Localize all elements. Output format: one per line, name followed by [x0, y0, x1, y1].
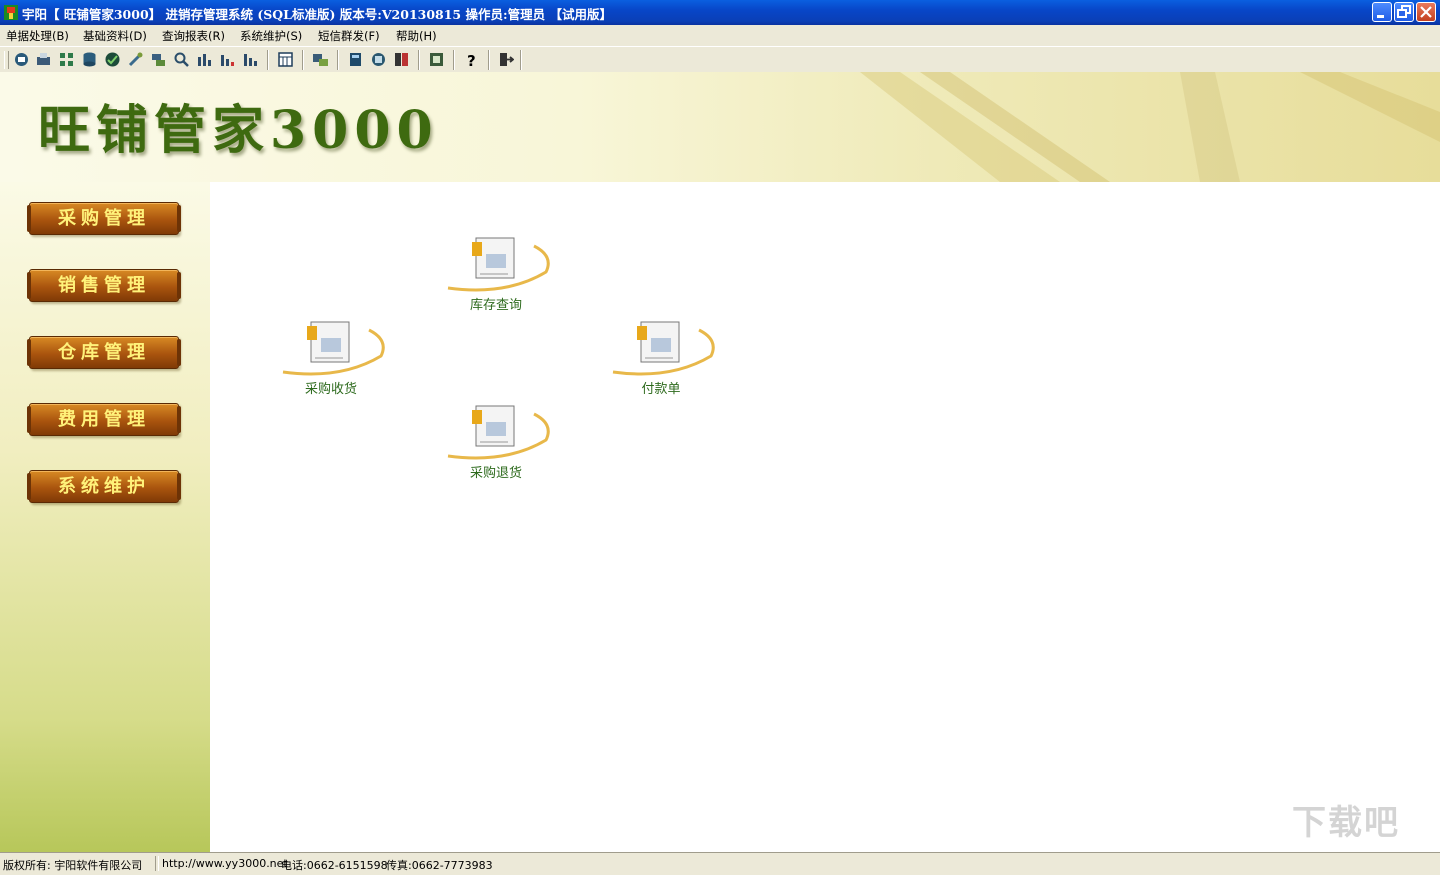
svg-text:?: ? — [467, 52, 476, 68]
minimize-icon — [1377, 15, 1384, 18]
document-icon — [447, 405, 550, 460]
mail-icon[interactable] — [13, 51, 30, 68]
function-label: 付款单 — [641, 382, 681, 397]
transfer-icon[interactable] — [150, 51, 167, 68]
tools-icon[interactable] — [127, 51, 144, 68]
sidebar-item-purchase[interactable]: 采购管理 — [27, 202, 181, 235]
main-content: 库存查询 采购收货 付款单 采购退货 下载吧 — [210, 182, 1440, 852]
bar-chart-icon[interactable] — [196, 51, 213, 68]
function-label: 采购退货 — [469, 466, 522, 481]
document-icon — [282, 321, 385, 376]
document-icon — [612, 321, 715, 376]
toolbar: ? — [0, 46, 1440, 73]
status-fax: 传真:0662-7773983 — [386, 859, 493, 872]
function-payment[interactable]: 付款单 — [611, 320, 721, 397]
bar-chart-3-icon[interactable] — [242, 51, 259, 68]
sidebar-item-system[interactable]: 系统维护 — [27, 470, 181, 503]
database-icon[interactable] — [81, 51, 98, 68]
calendar-icon[interactable] — [277, 51, 294, 68]
globe-icon[interactable] — [104, 51, 121, 68]
menu-basic-data[interactable]: 基础资料(D) — [83, 28, 147, 44]
exchange-icon[interactable] — [312, 51, 329, 68]
toolbar-separator — [520, 50, 522, 70]
toolbar-separator — [302, 50, 304, 70]
menu-reports[interactable]: 查询报表(R) — [162, 28, 225, 44]
window-title: 宇阳【 旺铺管家3000】 进销存管理系统 (SQL标准版) 版本号:V2013… — [22, 7, 612, 22]
close-icon — [1420, 6, 1432, 18]
minimize-button[interactable] — [1372, 2, 1392, 22]
sidebar-item-warehouse[interactable]: 仓库管理 — [27, 336, 181, 369]
toolbar-separator — [453, 50, 455, 70]
restore-icon — [1397, 5, 1411, 18]
exit-icon[interactable] — [497, 51, 514, 68]
app-logo: 旺铺管家3000 — [38, 100, 439, 161]
sidebar-item-sales[interactable]: 销售管理 — [27, 269, 181, 302]
menu-sms[interactable]: 短信群发(F) — [318, 28, 380, 44]
toolbar-separator — [488, 50, 490, 70]
archive-icon[interactable] — [428, 51, 445, 68]
function-label: 采购收货 — [304, 382, 357, 397]
toolbar-separator — [337, 50, 339, 70]
title-bar[interactable]: 宇阳【 旺铺管家3000】 进销存管理系统 (SQL标准版) 版本号:V2013… — [0, 0, 1440, 25]
function-inventory-query[interactable]: 库存查询 — [446, 236, 556, 313]
menu-help[interactable]: 帮助(H) — [396, 28, 437, 44]
status-separator — [155, 856, 159, 871]
search-doc-icon[interactable] — [173, 51, 190, 68]
sidebar-item-expenses[interactable]: 费用管理 — [27, 403, 181, 436]
grid-icon[interactable] — [58, 51, 75, 68]
menu-system[interactable]: 系统维护(S) — [240, 28, 302, 44]
function-purchase-return[interactable]: 采购退货 — [446, 404, 556, 481]
menu-bar: 单据处理(B) 基础资料(D) 查询报表(R) 系统维护(S) 短信群发(F) … — [0, 25, 1440, 45]
bar-chart-2-icon[interactable] — [219, 51, 236, 68]
banner: 旺铺管家3000 — [0, 72, 1440, 182]
sidebar: 采购管理 销售管理 仓库管理 费用管理 系统维护 — [0, 182, 210, 852]
function-purchase-receipt[interactable]: 采购收货 — [281, 320, 391, 397]
close-button[interactable] — [1416, 2, 1436, 22]
status-bar: 版权所有: 宇阳软件有限公司 http://www.yy3000.net 电话:… — [0, 852, 1440, 875]
toolbar-separator — [418, 50, 420, 70]
help-icon[interactable]: ? — [463, 51, 480, 68]
printer-icon[interactable] — [35, 51, 52, 68]
toolbar-grip[interactable] — [4, 51, 9, 69]
watermark: 下载吧 — [1292, 803, 1400, 843]
calculator-icon[interactable] — [347, 51, 364, 68]
app-icon — [4, 5, 18, 20]
restore-button[interactable] — [1394, 2, 1414, 22]
status-copyright: 版权所有: 宇阳软件有限公司 — [3, 859, 143, 872]
report-icon[interactable] — [393, 51, 410, 68]
toolbar-separator — [267, 50, 269, 70]
menu-documents[interactable]: 单据处理(B) — [6, 28, 69, 44]
network-icon[interactable] — [370, 51, 387, 68]
function-label: 库存查询 — [469, 298, 522, 313]
document-icon — [447, 237, 550, 292]
status-url: http://www.yy3000.net — [162, 857, 288, 870]
status-phone: 电话:0662-6151598 — [281, 859, 388, 872]
